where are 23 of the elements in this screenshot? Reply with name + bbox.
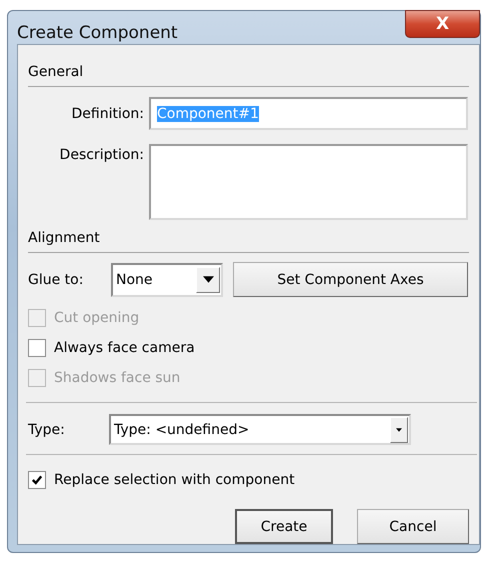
glue-dropdown[interactable]: None	[111, 262, 223, 296]
checkbox-label: Always face camera	[54, 340, 195, 356]
close-button[interactable]: X	[405, 10, 480, 38]
set-axes-button[interactable]: Set Component Axes	[233, 262, 468, 297]
section-heading: Alignment	[28, 229, 101, 247]
checkbox-label: Shadows face sun	[54, 370, 180, 386]
checkbox-label: Cut opening	[54, 310, 140, 326]
field-label: Glue to:	[28, 272, 84, 288]
description-field[interactable]	[149, 144, 468, 220]
field-label: Type:	[28, 422, 66, 438]
create-button[interactable]: Create	[235, 509, 333, 544]
dropdown-arrow-icon	[202, 276, 214, 283]
type-dropdown[interactable]: Type: <undefined>	[109, 414, 411, 445]
checkbox[interactable]	[28, 339, 46, 357]
checkbox[interactable]	[28, 471, 46, 489]
window-title: Create Component	[17, 23, 178, 43]
checkmark-icon	[31, 474, 43, 486]
section-heading: General	[28, 63, 84, 81]
dropdown-arrow-icon	[396, 428, 402, 432]
field-label: Definition:	[70, 106, 145, 122]
checkbox-label: Replace selection with component	[54, 472, 295, 488]
cancel-button[interactable]: Cancel	[357, 509, 469, 544]
field-label: Description:	[58, 147, 145, 163]
